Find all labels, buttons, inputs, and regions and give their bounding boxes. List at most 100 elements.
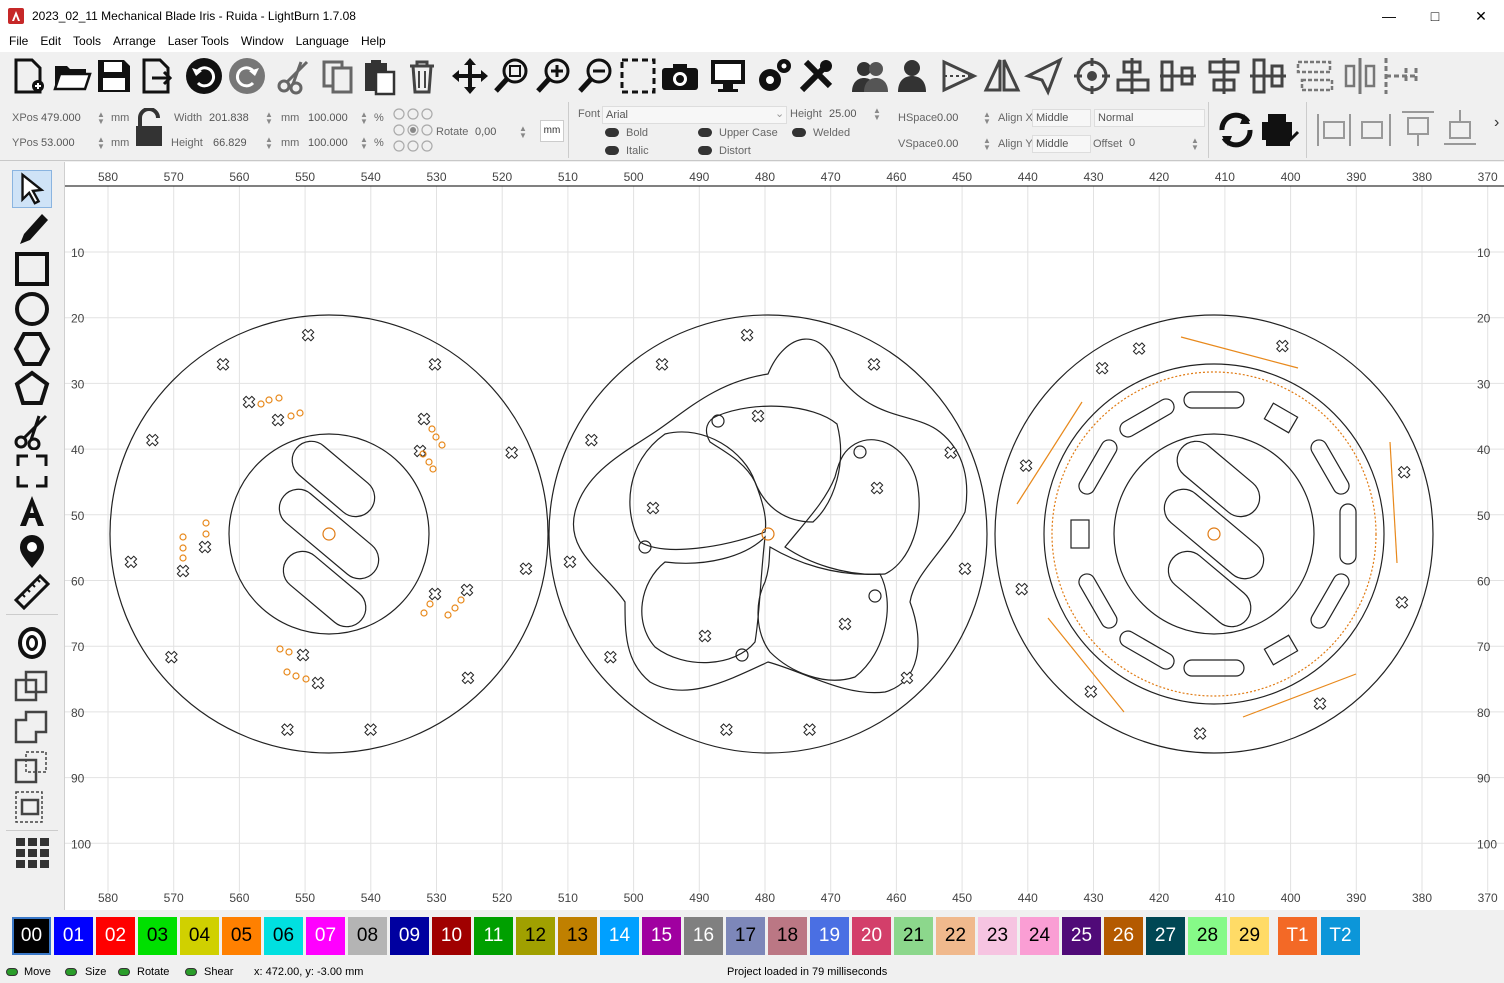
boolean-subtract-icon[interactable]: [12, 748, 52, 786]
pin-hole[interactable]: [1192, 725, 1209, 742]
scale-width-input[interactable]: 100.000: [305, 110, 358, 126]
pin-hole[interactable]: [956, 560, 973, 577]
canvas-drawing[interactable]: 580 570 560 550 540 530 520 510 500 490 480 470 460 4…: [65, 162, 1504, 910]
zoom-in-icon[interactable]: [534, 56, 574, 96]
height-input[interactable]: 66.829: [210, 135, 263, 151]
slot[interactable]: [1169, 434, 1267, 525]
layer-swatch-17[interactable]: 17: [726, 917, 765, 955]
align-edges-icon[interactable]: [1314, 112, 1354, 148]
pin-hole[interactable]: [416, 411, 433, 428]
align-top-icon[interactable]: [1204, 56, 1244, 96]
iris-disc-left[interactable]: [109, 314, 549, 754]
layer-swatch-22[interactable]: 22: [936, 917, 975, 955]
open-folder-icon[interactable]: [52, 56, 92, 96]
pin-hole[interactable]: [801, 721, 818, 738]
ring-slot[interactable]: [1117, 396, 1177, 440]
mirror-v-icon[interactable]: [982, 56, 1022, 96]
slot[interactable]: [276, 544, 374, 635]
ring-slot[interactable]: [1183, 659, 1245, 677]
pin-hole[interactable]: [1018, 457, 1035, 474]
outer-ring[interactable]: [548, 314, 988, 754]
target-icon[interactable]: [1072, 56, 1112, 96]
layer-swatch-21[interactable]: 21: [894, 917, 933, 955]
scale-width-spinner[interactable]: ▲ ▼: [360, 111, 368, 126]
ring-slot[interactable]: [1076, 437, 1120, 497]
menu-tools[interactable]: Tools: [67, 32, 107, 52]
outer-ring[interactable]: [109, 314, 549, 754]
pin-hole[interactable]: [215, 356, 232, 373]
text-tool-icon[interactable]: [12, 492, 52, 530]
frame-icon[interactable]: [618, 56, 658, 96]
import-icon[interactable]: [136, 56, 176, 96]
offset-shapes-icon[interactable]: [12, 624, 52, 662]
layer-swatch-20[interactable]: 20: [852, 917, 891, 955]
pin-hole[interactable]: [122, 553, 139, 570]
move-icon[interactable]: [450, 56, 490, 96]
draw-lines-tool-icon[interactable]: [12, 370, 52, 408]
layer-swatch-14[interactable]: 14: [600, 917, 639, 955]
pin-hole[interactable]: [1311, 695, 1328, 712]
layer-swatch-19[interactable]: 19: [810, 917, 849, 955]
menu-arrange[interactable]: Arrange: [107, 32, 162, 52]
pivot-hole[interactable]: [853, 445, 867, 459]
notched-slot[interactable]: [1263, 634, 1299, 666]
layer-swatch-26[interactable]: 26: [1104, 917, 1143, 955]
cycle-icon[interactable]: [1214, 108, 1258, 152]
xpos-spinner[interactable]: ▲ ▼: [97, 111, 105, 126]
scale-height-input[interactable]: 100.000: [305, 135, 358, 151]
ring-slot[interactable]: [1339, 503, 1357, 565]
minimize-button[interactable]: —: [1366, 0, 1412, 32]
layer-swatch-18[interactable]: 18: [768, 917, 807, 955]
trim-scissors-icon[interactable]: [12, 412, 52, 450]
pin-hole[interactable]: [865, 356, 882, 373]
layer-swatch-23[interactable]: 23: [978, 917, 1017, 955]
vspace-spinner[interactable]: ▲ ▼: [983, 137, 991, 152]
pin-hole[interactable]: [427, 586, 444, 603]
pin-hole[interactable]: [503, 444, 520, 461]
width-spinner[interactable]: ▲ ▼: [265, 111, 273, 126]
pin-hole[interactable]: [163, 649, 180, 666]
align-center-icon[interactable]: [1158, 56, 1198, 96]
ring-slot[interactable]: [1308, 437, 1352, 497]
layer-swatch-04[interactable]: 04: [180, 917, 219, 955]
layer-swatch-05[interactable]: 05: [222, 917, 261, 955]
layer-swatch-15[interactable]: 15: [642, 917, 681, 955]
ring-slot[interactable]: [1117, 628, 1177, 672]
pin-hole[interactable]: [583, 432, 600, 449]
slot[interactable]: [272, 482, 387, 587]
inner-ring[interactable]: [228, 433, 430, 635]
menu-file[interactable]: File: [0, 32, 34, 52]
spacing-icon[interactable]: [1382, 56, 1422, 96]
layer-swatch-09[interactable]: 09: [390, 917, 429, 955]
grid-array-icon[interactable]: [12, 834, 52, 872]
rectangle-tool-icon[interactable]: [12, 250, 52, 288]
pin-hole[interactable]: [1393, 594, 1410, 611]
pin-hole[interactable]: [1094, 360, 1111, 377]
mirror-h-icon[interactable]: [940, 56, 980, 96]
font-select[interactable]: Arial: [602, 106, 787, 124]
move-toggle[interactable]: [6, 968, 18, 976]
boolean-union-icon[interactable]: [12, 708, 52, 746]
layer-swatch-t1[interactable]: T1: [1278, 917, 1317, 955]
layer-swatch-29[interactable]: 29: [1230, 917, 1269, 955]
text-mode-select[interactable]: Normal: [1094, 109, 1205, 127]
italic-toggle[interactable]: [605, 146, 619, 155]
pin-hole[interactable]: [459, 669, 476, 686]
ellipse-tool-icon[interactable]: [12, 290, 52, 328]
height-spinner[interactable]: ▲ ▼: [265, 136, 273, 151]
monitor-icon[interactable]: [708, 56, 748, 96]
pin-hole[interactable]: [1082, 683, 1099, 700]
align-middle-icon[interactable]: [1248, 56, 1288, 96]
pin-hole[interactable]: [869, 480, 886, 497]
layer-swatch-16[interactable]: 16: [684, 917, 723, 955]
pin-hole[interactable]: [517, 560, 534, 577]
layer-swatch-01[interactable]: 01: [54, 917, 93, 955]
select-tool-icon[interactable]: [12, 170, 52, 208]
layer-swatch-00[interactable]: 00: [12, 917, 51, 955]
position-laser-frame-icon[interactable]: [12, 452, 52, 490]
notched-slot[interactable]: [1070, 519, 1090, 549]
font-height-input[interactable]: 25.00: [826, 106, 871, 122]
welded-toggle[interactable]: [792, 128, 806, 137]
star-opening-outline[interactable]: [572, 338, 968, 694]
laser-machine-icon[interactable]: [1258, 108, 1302, 152]
